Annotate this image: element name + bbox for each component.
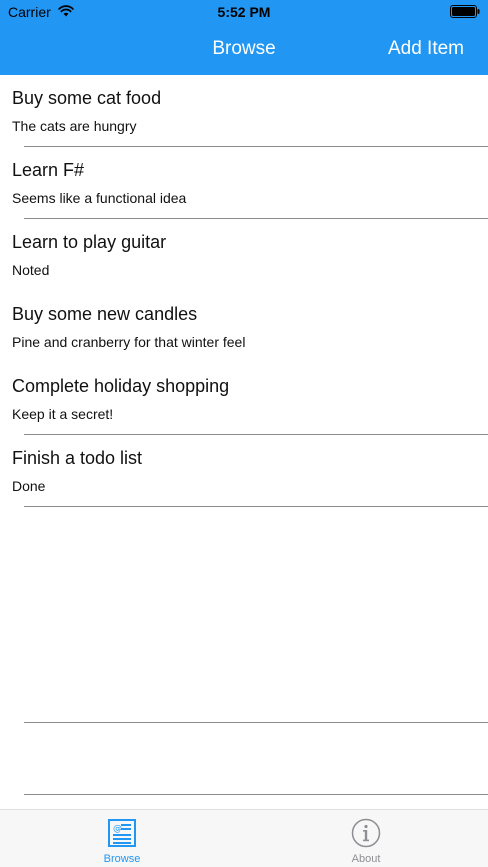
empty-row	[0, 579, 488, 651]
item-title: Finish a todo list	[12, 448, 143, 468]
browse-list-icon: @	[108, 819, 136, 847]
list-item[interactable]: Learn F# Seems like a functional idea	[0, 147, 488, 219]
item-description: Noted	[12, 262, 50, 278]
item-title: Complete holiday shopping	[12, 376, 230, 396]
svg-text:@: @	[113, 824, 122, 834]
list-item[interactable]: Complete holiday shopping Keep it a secre…	[0, 363, 488, 435]
tab-about-label: About	[351, 853, 381, 865]
list-item[interactable]: Buy some cat food The cats are hungry	[0, 75, 488, 147]
item-description: Keep it a secret!	[12, 406, 114, 422]
empty-row	[0, 651, 488, 723]
battery-icon	[450, 5, 480, 18]
list-item[interactable]: Buy some new candles Pine and cranberry f…	[0, 291, 488, 363]
navigation-bar: Carrier 5:52 PM Browse Add Item	[0, 0, 488, 75]
item-title: Learn to play guitar	[12, 232, 167, 252]
empty-row	[0, 507, 488, 579]
items-list[interactable]: Buy some cat food The cats are hungry Lear…	[0, 75, 488, 795]
list-item[interactable]: Learn to play guitar Noted	[0, 219, 488, 291]
tab-bar: @ Browse About	[0, 809, 488, 867]
tab-browse-label: Browse	[103, 853, 141, 865]
item-description: Seems like a functional idea	[12, 190, 187, 206]
item-description: Done	[12, 478, 46, 494]
status-time: 5:52 PM	[217, 4, 271, 20]
list-item[interactable]: Finish a todo list Done	[0, 435, 488, 507]
item-description: Pine and cranberry for that winter feel	[12, 334, 246, 350]
status-bar: Carrier 5:52 PM	[0, 0, 488, 24]
item-title: Learn F#	[12, 160, 85, 180]
item-title: Buy some new candles	[12, 304, 198, 324]
add-item-button[interactable]: Add Item	[388, 38, 464, 60]
tab-browse[interactable]: @ Browse	[0, 810, 244, 867]
row-separator	[24, 794, 488, 795]
app-screen: Carrier 5:52 PM Browse Add Item Buy some…	[0, 0, 488, 867]
tab-about[interactable]: About	[244, 810, 488, 867]
empty-row	[0, 723, 488, 795]
item-description: The cats are hungry	[12, 118, 137, 134]
info-icon	[351, 818, 381, 848]
item-title: Buy some cat food	[12, 88, 162, 108]
